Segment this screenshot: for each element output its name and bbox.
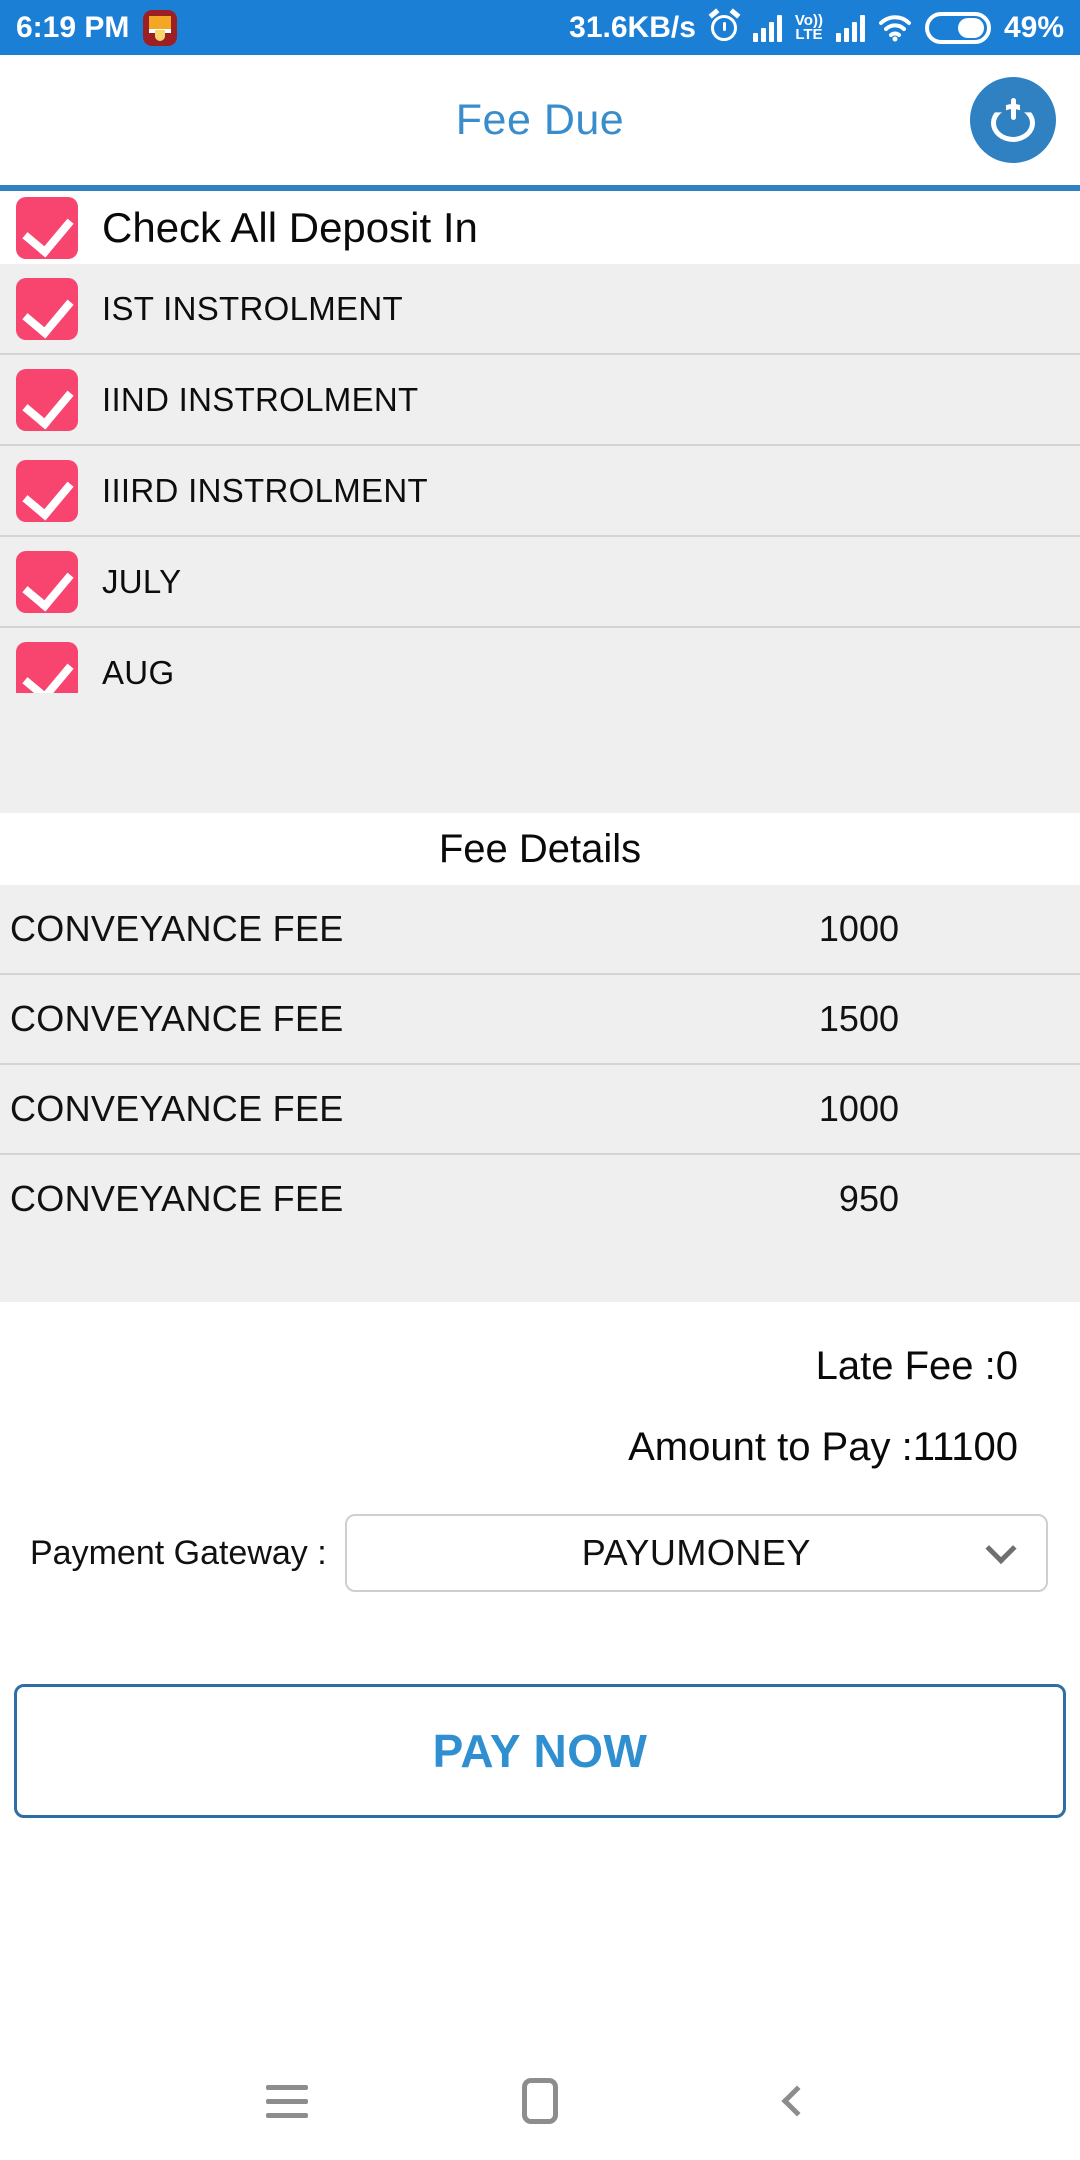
fee-details-list[interactable]: CONVEYANCE FEE 1000 CONVEYANCE FEE 1500 …: [0, 885, 1080, 1240]
app-screen: 6:19 PM 31.6KB/s Vo)) LTE 49% Fee Due Ch…: [0, 0, 1080, 2160]
fee-list-tail: [0, 1240, 1080, 1302]
amount-to-pay-text: Amount to Pay :11100: [628, 1425, 1018, 1469]
payment-gateway-row: Payment Gateway : PAYUMONEY: [0, 1470, 1080, 1592]
fee-amount: 1500: [818, 998, 899, 1039]
status-bar: 6:19 PM 31.6KB/s Vo)) LTE 49%: [0, 0, 1080, 55]
fee-name: CONVEYANCE FEE: [10, 908, 344, 949]
pay-now-label: PAY NOW: [432, 1725, 648, 1777]
fee-details-header: Fee Details: [14, 813, 1066, 885]
nav-menu-button[interactable]: [252, 2066, 322, 2136]
menu-icon: [265, 2084, 308, 2118]
deposit-checkbox[interactable]: [16, 368, 78, 431]
deposit-item-label: IIND INSTROLMENT: [102, 380, 419, 418]
section-gap: [0, 693, 1080, 813]
fee-name: CONVEYANCE FEE: [10, 1178, 344, 1219]
logout-button[interactable]: [970, 77, 1056, 163]
deposit-item-label: AUG: [102, 653, 175, 691]
fee-details-title: Fee Details: [438, 826, 642, 871]
signal-bars-icon-2: [835, 14, 865, 42]
volte-icon: Vo)) LTE: [795, 13, 823, 43]
chevron-down-icon: [985, 1533, 1017, 1565]
deposit-item-label: JULY: [102, 562, 182, 600]
fee-name: CONVEYANCE FEE: [10, 998, 344, 1039]
fee-amount: 1000: [818, 908, 899, 949]
list-item[interactable]: AUG: [0, 628, 1080, 693]
fee-amount: 950: [838, 1178, 899, 1219]
table-row: CONVEYANCE FEE 1000: [0, 1065, 1080, 1155]
signal-bars-icon: [752, 14, 782, 42]
check-all-row[interactable]: Check All Deposit In: [0, 191, 1080, 264]
nav-home-button[interactable]: [505, 2066, 575, 2136]
fee-amount: 1000: [818, 1088, 899, 1129]
deposit-checkbox[interactable]: [16, 641, 78, 693]
pay-now-container: PAY NOW: [0, 1592, 1080, 1818]
payment-gateway-select[interactable]: PAYUMONEY: [344, 1514, 1048, 1592]
table-row: CONVEYANCE FEE 1000: [0, 885, 1080, 975]
power-icon: [991, 98, 1035, 142]
deposit-list[interactable]: IST INSTROLMENT IIND INSTROLMENT IIIRD I…: [0, 264, 1080, 693]
payment-gateway-value: PAYUMONEY: [581, 1532, 811, 1573]
late-fee-text: Late Fee :0: [815, 1344, 1018, 1388]
list-item[interactable]: IIND INSTROLMENT: [0, 355, 1080, 446]
battery-icon: [924, 11, 991, 44]
list-item[interactable]: IST INSTROLMENT: [0, 264, 1080, 355]
volte-line-2: LTE: [795, 25, 823, 43]
check-all-label: Check All Deposit In: [102, 203, 478, 251]
list-item[interactable]: JULY: [0, 537, 1080, 628]
check-all-checkbox[interactable]: [16, 196, 78, 259]
nav-back-button[interactable]: [758, 2066, 828, 2136]
back-icon: [781, 2085, 813, 2117]
deposit-item-label: IST INSTROLMENT: [102, 289, 403, 327]
battery-percent-text: 49%: [1003, 10, 1064, 44]
deposit-checkbox[interactable]: [16, 459, 78, 522]
fee-name: CONVEYANCE FEE: [10, 1088, 344, 1129]
status-bar-time: 6:19 PM: [16, 10, 130, 44]
app-notification-icon: [143, 9, 178, 46]
app-bar: Fee Due: [0, 55, 1080, 185]
system-navigation-bar: [0, 2042, 1080, 2160]
table-row: CONVEYANCE FEE 1500: [0, 975, 1080, 1065]
deposit-section: Check All Deposit In IST INSTROLMENT IIN…: [0, 191, 1080, 693]
totals-section: Late Fee :0 Amount to Pay :11100: [0, 1302, 1080, 1470]
page-title: Fee Due: [455, 95, 625, 144]
alarm-icon: [708, 8, 741, 43]
deposit-item-label: IIIRD INSTROLMENT: [102, 471, 428, 509]
payment-gateway-label: Payment Gateway :: [30, 1533, 327, 1572]
deposit-checkbox[interactable]: [16, 277, 78, 340]
home-icon: [521, 2078, 558, 2124]
wifi-icon: [878, 14, 912, 42]
table-row: CONVEYANCE FEE 950: [0, 1155, 1080, 1240]
network-speed-text: 31.6KB/s: [569, 10, 696, 44]
list-item[interactable]: IIIRD INSTROLMENT: [0, 446, 1080, 537]
pay-now-button[interactable]: PAY NOW: [14, 1684, 1066, 1818]
deposit-checkbox[interactable]: [16, 550, 78, 613]
status-bar-indicators: 31.6KB/s Vo)) LTE 49%: [569, 8, 1064, 45]
